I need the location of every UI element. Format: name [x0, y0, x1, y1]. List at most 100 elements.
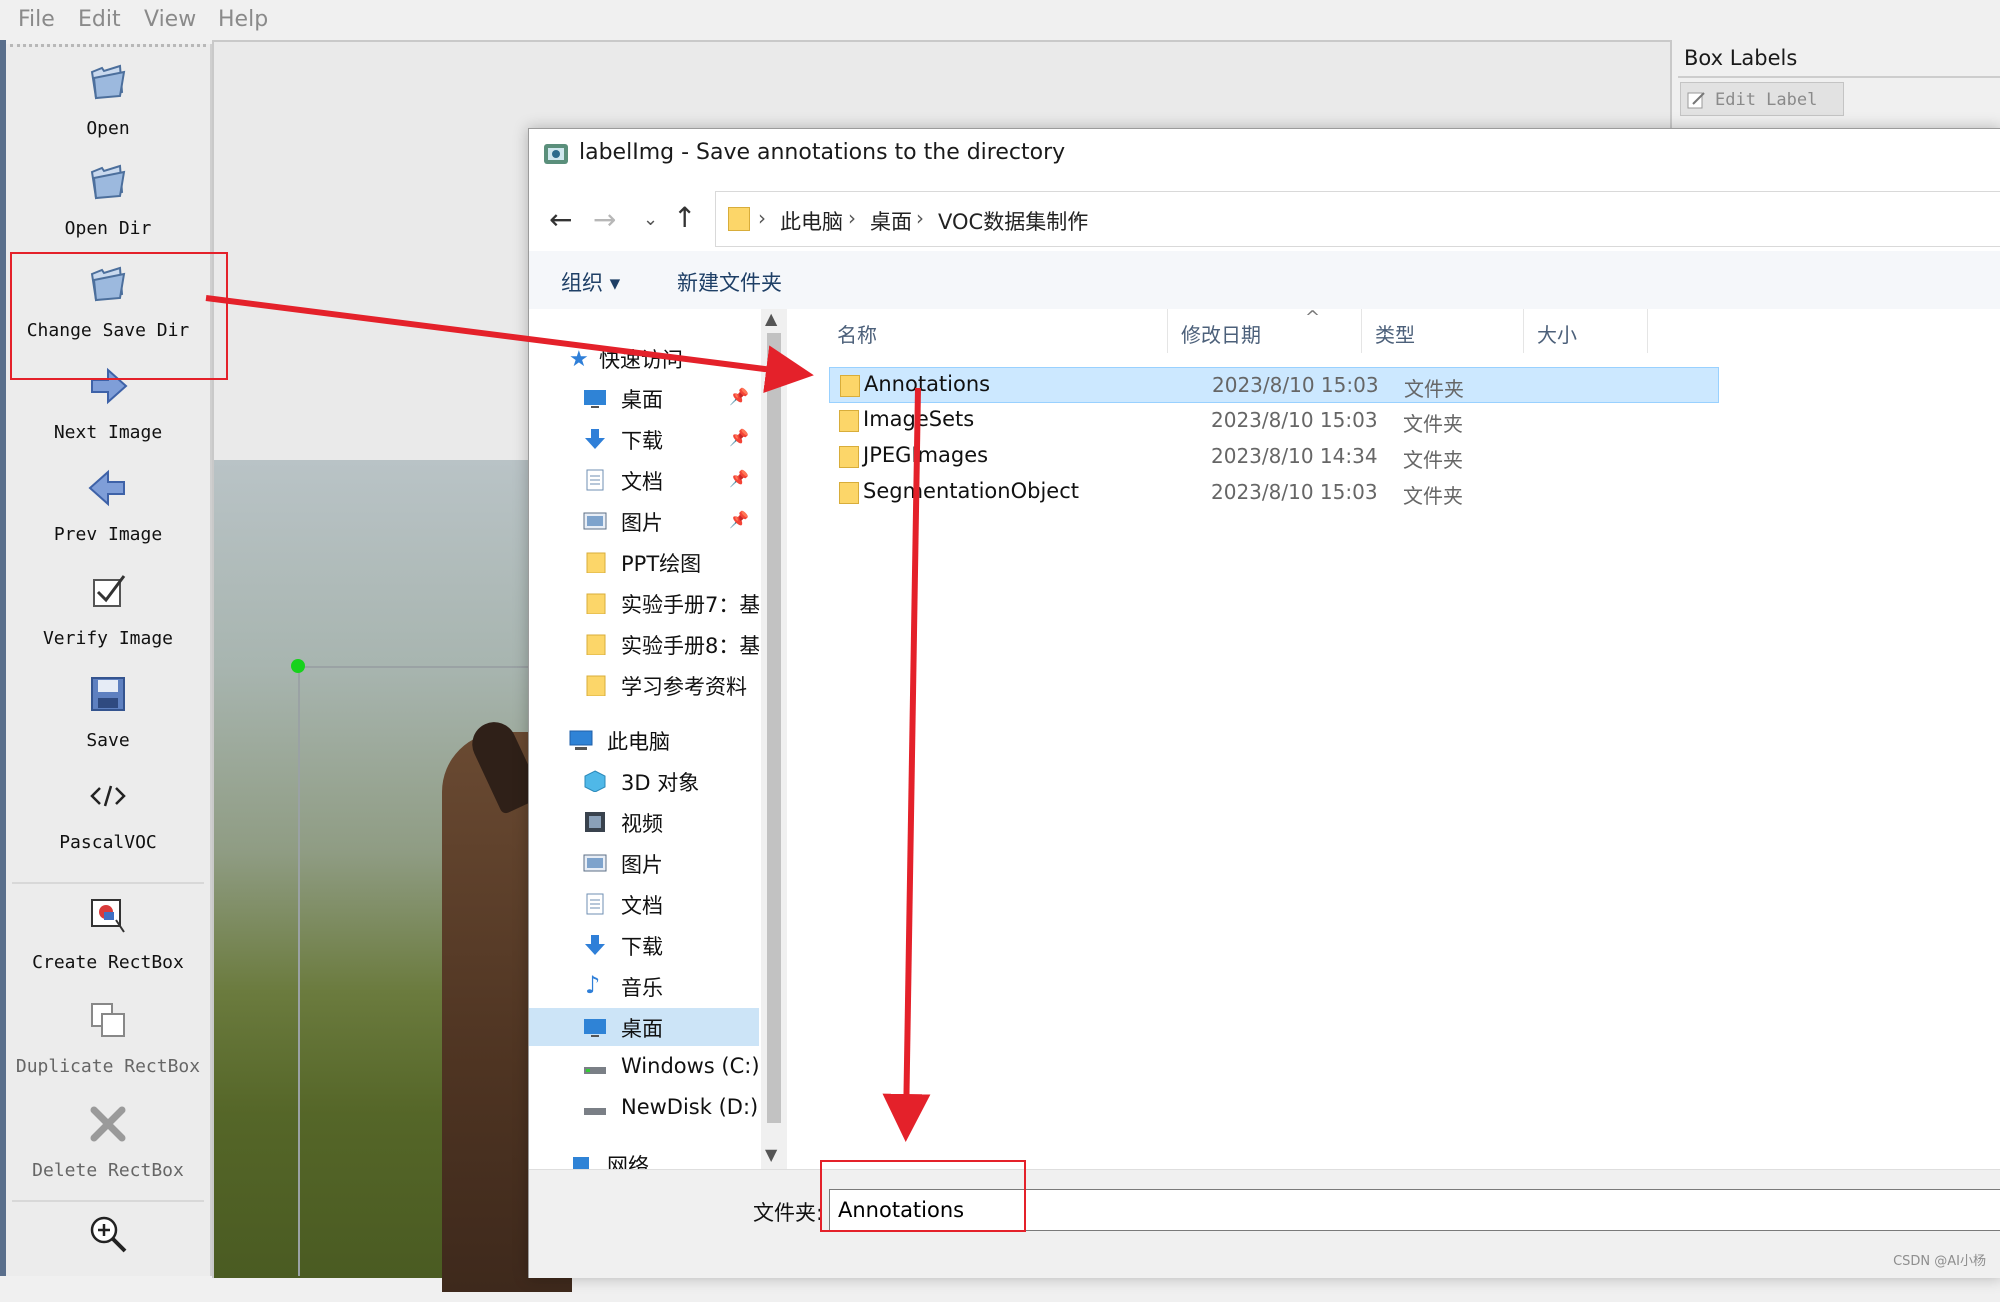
- toolbar-handle[interactable]: [10, 44, 206, 47]
- dialog-titlebar[interactable]: labelImg - Save annotations to the direc…: [529, 129, 2000, 179]
- folder-icon: [840, 375, 860, 397]
- nav-item-drive-c[interactable]: Windows (C:): [529, 1049, 759, 1087]
- scroll-down-icon[interactable]: ▼: [765, 1145, 777, 1164]
- create-rectbox-button[interactable]: Create RectBox: [6, 884, 210, 984]
- save-button[interactable]: Save: [6, 662, 210, 762]
- nav-item-desktop[interactable]: 桌面 📌: [529, 379, 759, 417]
- prev-image-label: Prev Image: [53, 524, 163, 545]
- document-icon: [586, 893, 604, 915]
- column-header-type[interactable]: 类型: [1375, 319, 1415, 348]
- breadcrumb-voc[interactable]: VOC数据集制作: [938, 206, 1088, 236]
- nav-item-folder[interactable]: 实验手册8：基于: [529, 625, 759, 663]
- navigation-pane: ★ 快速访问 桌面 📌 下载 📌 文档 📌 图片 📌 PPT绘图 实验手册7：基…: [529, 309, 759, 1169]
- nav-network[interactable]: 网络: [529, 1145, 759, 1169]
- back-arrow-icon[interactable]: ←: [549, 203, 572, 236]
- annotation-highlight-folder-input: [820, 1160, 1026, 1232]
- file-row-annotations[interactable]: Annotations 2023/8/10 15:03 文件夹: [829, 367, 1719, 403]
- nav-item-desktop-selected[interactable]: 桌面: [529, 1008, 759, 1046]
- box-labels-dock: Box Labels Edit Label: [1670, 40, 2000, 140]
- up-arrow-icon[interactable]: ↑: [673, 201, 696, 234]
- column-header-date[interactable]: 修改日期: [1181, 319, 1261, 348]
- scrollbar-thumb[interactable]: [767, 333, 781, 1123]
- column-divider[interactable]: [1647, 309, 1648, 353]
- dock-title: Box Labels: [1684, 46, 1798, 70]
- file-row-jpegimages[interactable]: JPEGImages 2023/8/10 14:34 文件夹: [829, 439, 1719, 475]
- breadcrumb-chevron-icon[interactable]: ›: [758, 206, 766, 230]
- document-icon: [586, 469, 604, 491]
- nav-item-drive-d[interactable]: NewDisk (D:): [529, 1090, 759, 1128]
- forward-arrow-icon[interactable]: →: [593, 203, 616, 236]
- recent-locations-chevron-icon[interactable]: ⌄: [643, 209, 658, 230]
- file-row-imagesets[interactable]: ImageSets 2023/8/10 15:03 文件夹: [829, 403, 1719, 439]
- bounding-box-corner-handle[interactable]: [291, 659, 305, 673]
- breadcrumb-desktop[interactable]: 桌面: [870, 206, 912, 236]
- pascal-voc-button[interactable]: PascalVOC: [6, 764, 210, 864]
- new-folder-button[interactable]: 新建文件夹: [677, 267, 782, 297]
- nav-item-folder[interactable]: 学习参考资料: [529, 666, 759, 704]
- open-dir-button[interactable]: Open Dir: [6, 150, 210, 250]
- pin-icon[interactable]: 📌: [729, 387, 749, 406]
- column-header-name[interactable]: 名称: [837, 319, 877, 348]
- scroll-up-icon[interactable]: ▲: [765, 309, 777, 328]
- file-list-header: 名称 修改日期 类型 大小: [789, 309, 2000, 353]
- address-bar[interactable]: › 此电脑 › 桌面 › VOC数据集制作 ›: [715, 191, 2000, 247]
- column-header-size[interactable]: 大小: [1537, 319, 1577, 348]
- download-icon: [585, 429, 605, 449]
- breadcrumb-chevron-icon[interactable]: ›: [1072, 206, 1080, 230]
- nav-item-videos[interactable]: 视频: [529, 803, 759, 841]
- nav-item-music[interactable]: ♪ 音乐: [529, 967, 759, 1005]
- annotation-highlight-change-save-dir: [10, 252, 228, 380]
- save-label: Save: [86, 730, 130, 751]
- pictures-icon: [583, 512, 607, 530]
- folder-icon: [839, 446, 859, 468]
- open-label: Open: [86, 118, 130, 139]
- pin-icon[interactable]: 📌: [729, 469, 749, 488]
- sort-ascending-icon: ^: [1305, 307, 1321, 328]
- breadcrumb-chevron-icon[interactable]: ›: [916, 206, 924, 230]
- nav-item-documents[interactable]: 文档: [529, 885, 759, 923]
- column-divider[interactable]: [1523, 309, 1524, 353]
- menu-view[interactable]: View: [144, 7, 196, 32]
- bounding-box-edge-left: [298, 666, 300, 1276]
- folder-icon: [839, 410, 859, 432]
- nav-item-folder[interactable]: 实验手册7：基于: [529, 584, 759, 622]
- duplicate-rectbox-label: Duplicate RectBox: [15, 1056, 201, 1077]
- menu-edit[interactable]: Edit: [78, 7, 121, 32]
- nav-item-folder[interactable]: PPT绘图: [529, 543, 759, 581]
- breadcrumb-chevron-icon[interactable]: ›: [848, 206, 856, 230]
- verify-image-button[interactable]: Verify Image: [6, 560, 210, 660]
- organize-button[interactable]: 组织 ▾: [561, 267, 620, 297]
- verify-image-label: Verify Image: [42, 628, 174, 649]
- prev-image-button[interactable]: Prev Image: [6, 456, 210, 556]
- nav-item-documents[interactable]: 文档 📌: [529, 461, 759, 499]
- nav-scrollbar[interactable]: ▲ ▼: [761, 309, 787, 1169]
- nav-item-downloads[interactable]: 下载 📌: [529, 420, 759, 458]
- checkbox-icon: [93, 575, 126, 607]
- desktop-icon: [584, 390, 606, 408]
- nav-this-pc[interactable]: 此电脑: [529, 721, 759, 759]
- column-divider[interactable]: [1167, 309, 1168, 353]
- pin-icon[interactable]: 📌: [729, 428, 749, 447]
- open-button[interactable]: Open: [6, 50, 210, 150]
- watermark: CSDN @AI小杨: [1893, 1254, 1986, 1269]
- delete-rectbox-button[interactable]: Delete RectBox: [6, 1092, 210, 1192]
- desktop-icon: [584, 1019, 606, 1037]
- rectbox-create-icon: [91, 899, 125, 933]
- zoom-in-button[interactable]: [6, 1202, 210, 1302]
- nav-item-pictures[interactable]: 图片: [529, 844, 759, 882]
- menu-help[interactable]: Help: [218, 7, 268, 32]
- edit-label-button[interactable]: Edit Label: [1680, 82, 1844, 116]
- file-row-segmentationobject[interactable]: SegmentationObject 2023/8/10 15:03 文件夹: [829, 475, 1719, 511]
- nav-item-pictures[interactable]: 图片 📌: [529, 502, 759, 540]
- menu-file[interactable]: File: [18, 7, 55, 32]
- pin-icon[interactable]: 📌: [729, 510, 749, 529]
- duplicate-rectbox-button[interactable]: Duplicate RectBox: [6, 988, 210, 1088]
- dock-divider: [1678, 76, 2000, 78]
- nav-item-3d-objects[interactable]: 3D 对象: [529, 762, 759, 800]
- pictures-icon: [583, 854, 607, 872]
- breadcrumb-this-pc[interactable]: 此电脑: [780, 206, 843, 236]
- nav-item-downloads[interactable]: 下载: [529, 926, 759, 964]
- folder-icon: [586, 593, 606, 614]
- column-divider[interactable]: [1361, 309, 1362, 353]
- nav-quick-access[interactable]: ★ 快速访问: [529, 339, 759, 377]
